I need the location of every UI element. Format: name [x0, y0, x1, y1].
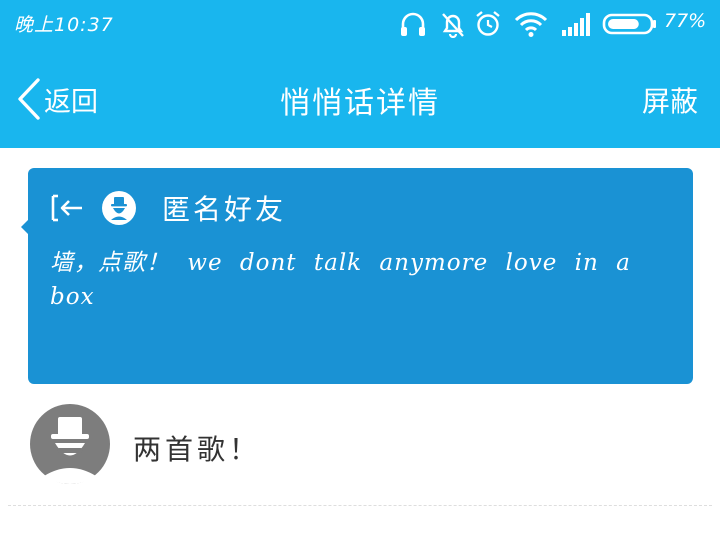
back-button[interactable]: 返回 [14, 76, 98, 122]
headset-icon [401, 12, 425, 36]
anonymous-avatar-icon [30, 404, 110, 484]
signal-icon [562, 13, 590, 36]
battery-percentage: 77% [664, 10, 707, 32]
reply-text: 两首歌！ [133, 433, 262, 466]
whisper-message: 墙，点歌！ we dont talk anymore love in a box [50, 250, 631, 310]
divider [8, 505, 712, 506]
reply-item: 两首歌！ [0, 400, 720, 505]
sender-name: 匿名好友 [162, 193, 287, 226]
back-label: 返回 [44, 86, 98, 118]
wifi-icon [514, 12, 548, 37]
card-pointer [21, 220, 28, 234]
notifications-off-icon [442, 13, 464, 38]
alarm-icon [476, 11, 500, 36]
app-header: 晚上10:37 77% 返回 悄悄话详情 屏蔽 [0, 0, 720, 148]
status-time: 晚上10:37 [14, 14, 114, 36]
page-title: 悄悄话详情 [280, 86, 440, 121]
whisper-card: 匿名好友 墙，点歌！ we dont talk anymore love in … [21, 168, 693, 384]
chevron-left-icon [18, 78, 40, 120]
exit-arrow-icon[interactable] [50, 193, 84, 223]
battery-icon [602, 13, 656, 35]
block-button[interactable]: 屏蔽 [642, 80, 698, 120]
status-bar: 晚上10:37 77% [0, 0, 720, 46]
card-header: 匿名好友 [50, 190, 286, 226]
anonymous-avatar-icon [102, 191, 136, 225]
